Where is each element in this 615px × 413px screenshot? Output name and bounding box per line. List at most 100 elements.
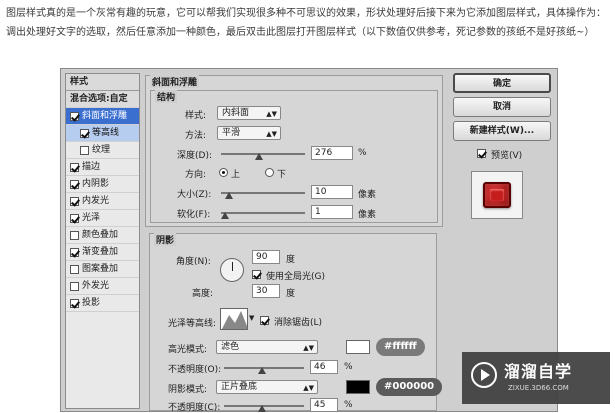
style-item[interactable]: 渐变叠加 xyxy=(66,244,139,261)
style-item-label: 投影 xyxy=(82,297,101,308)
contour-dropdown-icon[interactable]: ▼ xyxy=(249,314,254,322)
depth-input[interactable]: 276 xyxy=(311,146,353,160)
select-arrow-icon: ▲▼ xyxy=(266,130,277,138)
cancel-button[interactable]: 取消 xyxy=(453,97,551,117)
style-select[interactable]: 内斜面 ▲▼ xyxy=(217,106,281,120)
style-item[interactable]: 外发光 xyxy=(66,278,139,295)
size-slider[interactable] xyxy=(221,192,305,194)
style-item[interactable]: 颜色叠加 xyxy=(66,227,139,244)
highlight-color-swatch[interactable] xyxy=(346,340,370,354)
style-item-checkbox[interactable] xyxy=(70,111,79,121)
shadow-opacity-label: 不透明度(C): xyxy=(168,403,221,413)
direction-down-label: 下 xyxy=(277,170,287,180)
shadow-mode-label: 阴影模式: xyxy=(168,385,208,395)
blend-options-item[interactable]: 混合选项:自定 xyxy=(66,91,139,108)
highlight-opacity-label: 不透明度(O): xyxy=(168,365,222,375)
styles-panel: 样式 混合选项:自定 斜面和浮雕 等高线 纹理 描边 内阴影 内发光 光泽 颜色叠加 渐变叠加图… xyxy=(65,73,140,409)
altitude-input[interactable]: 30 xyxy=(252,284,280,298)
angle-input[interactable]: 90 xyxy=(252,250,280,264)
ok-button[interactable]: 确定 xyxy=(453,73,551,93)
shadow-mode-value: 正片叠底 xyxy=(221,382,258,392)
size-slider-thumb[interactable] xyxy=(225,192,233,199)
direction-up-label: 上 xyxy=(231,170,241,180)
preview-swatch xyxy=(483,182,511,208)
style-item-label: 内阴影 xyxy=(82,178,110,189)
style-item-checkbox[interactable] xyxy=(70,179,79,189)
size-unit: 像素 xyxy=(358,190,377,200)
highlight-mode-label: 高光模式: xyxy=(168,345,208,355)
depth-unit: % xyxy=(358,148,367,158)
style-item[interactable]: 等高线 xyxy=(66,125,139,142)
gloss-contour-picker[interactable] xyxy=(220,308,248,330)
angle-label: 角度(N): xyxy=(176,257,211,267)
style-item-checkbox[interactable] xyxy=(70,196,79,206)
depth-slider[interactable] xyxy=(221,153,305,155)
shadow-color-swatch[interactable] xyxy=(346,380,370,394)
technique-select[interactable]: 平滑 ▲▼ xyxy=(217,126,281,140)
shadow-hex-annotation: #000000 xyxy=(376,378,443,396)
bevel-group: 斜面和浮雕 结构 样式: 内斜面 ▲▼ 方法: 平滑 ▲▼ 深度(D): 276 %… xyxy=(145,75,443,227)
style-item[interactable]: 斜面和浮雕 xyxy=(66,108,139,125)
technique-select-value: 平滑 xyxy=(222,128,241,138)
style-item[interactable]: 内阴影 xyxy=(66,176,139,193)
settings-area: 斜面和浮雕 结构 样式: 内斜面 ▲▼ 方法: 平滑 ▲▼ 深度(D): 276 %… xyxy=(145,73,443,413)
style-item[interactable]: 描边 xyxy=(66,159,139,176)
watermark: 溜溜自学 ZIXUE.3D66.COM xyxy=(462,352,610,404)
style-item-checkbox[interactable] xyxy=(70,230,79,240)
style-item-checkbox[interactable] xyxy=(70,281,79,291)
style-item-checkbox[interactable] xyxy=(70,162,79,172)
shading-title: 阴影 xyxy=(154,233,177,246)
style-item-label: 纹理 xyxy=(92,144,111,155)
preview-label: 预览(V) xyxy=(491,151,523,161)
preview-checkbox[interactable] xyxy=(477,149,486,158)
global-light-label: 使用全局光(G) xyxy=(266,272,325,282)
angle-dial[interactable] xyxy=(220,258,244,282)
watermark-title: 溜溜自学 xyxy=(504,362,573,381)
size-input[interactable]: 10 xyxy=(311,185,353,199)
antialias-checkbox[interactable] xyxy=(260,316,269,325)
highlight-mode-select[interactable]: 滤色 ▲▼ xyxy=(216,340,318,354)
style-item-checkbox[interactable] xyxy=(80,145,89,155)
style-label: 样式: xyxy=(185,111,207,121)
style-item-checkbox[interactable] xyxy=(70,247,79,257)
style-item[interactable]: 光泽 xyxy=(66,210,139,227)
style-item-checkbox[interactable] xyxy=(70,213,79,223)
depth-slider-thumb[interactable] xyxy=(255,153,263,160)
style-item-checkbox[interactable] xyxy=(70,298,79,308)
style-item[interactable]: 图案叠加 xyxy=(66,261,139,278)
style-item[interactable]: 投影 xyxy=(66,295,139,312)
antialias-label: 消除锯齿(L) xyxy=(274,318,323,328)
soften-slider[interactable] xyxy=(221,212,305,214)
direction-up-radio[interactable] xyxy=(219,168,228,177)
style-item[interactable]: 纹理 xyxy=(66,142,139,159)
gloss-contour-label: 光泽等高线: xyxy=(168,319,217,329)
intro-paragraph: 图层样式真的是一个灰常有趣的玩意，它可以帮我们实现很多种不可思议的效果，形状处理… xyxy=(6,8,606,38)
highlight-hex-annotation: #ffffff xyxy=(376,338,425,356)
highlight-opacity-input[interactable]: 46 xyxy=(310,360,338,374)
style-item[interactable]: 内发光 xyxy=(66,193,139,210)
shadow-mode-select[interactable]: 正片叠底 ▲▼ xyxy=(216,380,318,394)
new-style-button[interactable]: 新建样式(W)... xyxy=(453,121,551,141)
highlight-opacity-thumb[interactable] xyxy=(258,367,266,374)
style-item-label: 描边 xyxy=(82,161,101,172)
shadow-opacity-thumb[interactable] xyxy=(258,405,266,412)
shadow-opacity-input[interactable]: 45 xyxy=(310,398,338,412)
style-item-checkbox[interactable] xyxy=(80,128,89,138)
style-item-checkbox[interactable] xyxy=(70,264,79,274)
structure-group: 结构 样式: 内斜面 ▲▼ 方法: 平滑 ▲▼ 深度(D): 276 % 方向: 上… xyxy=(150,90,438,223)
bevel-title: 斜面和浮雕 xyxy=(150,75,200,88)
style-item-label: 内发光 xyxy=(82,195,110,206)
highlight-opacity-unit: % xyxy=(344,362,353,372)
select-arrow-icon: ▲▼ xyxy=(303,344,314,352)
style-item-label: 光泽 xyxy=(82,212,101,223)
highlight-mode-value: 滤色 xyxy=(221,342,240,352)
global-light-checkbox[interactable] xyxy=(252,270,261,279)
soften-input[interactable]: 1 xyxy=(311,205,353,219)
direction-down-radio[interactable] xyxy=(265,168,274,177)
angle-unit: 度 xyxy=(286,255,296,265)
soften-slider-thumb[interactable] xyxy=(221,212,229,219)
technique-label: 方法: xyxy=(185,131,207,141)
style-item-label: 等高线 xyxy=(92,127,120,138)
style-item-label: 图案叠加 xyxy=(82,263,119,274)
direction-label: 方向: xyxy=(185,170,207,180)
